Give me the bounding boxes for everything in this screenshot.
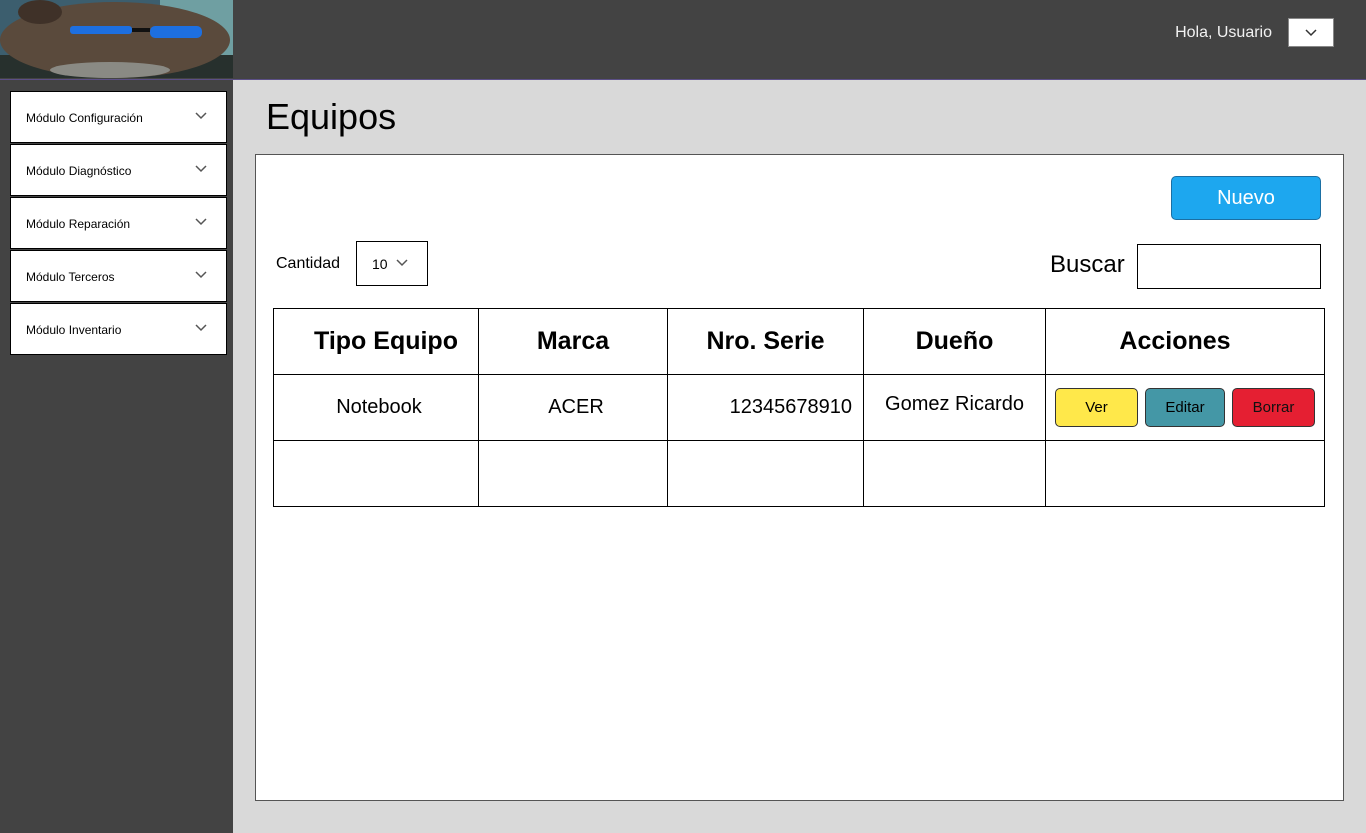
view-button[interactable]: Ver [1055,388,1138,427]
sidebar-item-label: Módulo Configuración [26,111,143,125]
user-greeting: Hola, Usuario [1175,24,1272,41]
chevron-down-icon [195,165,207,173]
sidebar-item-inventario[interactable]: Módulo Inventario [10,303,227,355]
sidebar-item-label: Módulo Terceros [26,270,115,284]
cell-nro-serie: 12345678910 [667,374,864,441]
user-menu-dropdown[interactable] [1288,18,1334,47]
sidebar-item-label: Módulo Diagnóstico [26,164,132,178]
column-header-tipo-equipo: Tipo Equipo [273,308,479,375]
column-header-dueno: Dueño [863,308,1046,375]
edit-button[interactable]: Editar [1145,388,1225,427]
new-button[interactable]: Nuevo [1171,176,1321,220]
sidebar-item-label: Módulo Inventario [26,323,122,337]
cell-dueno: Gomez Ricardo [863,374,1046,441]
chevron-down-icon [396,259,408,267]
sidebar-item-diagnostico[interactable]: Módulo Diagnóstico [10,144,227,196]
chevron-down-icon [1305,28,1317,36]
table-row: Notebook ACER 12345678910 Gomez Ricardo … [273,374,1325,441]
empty-cell [1045,440,1325,507]
empty-cell [667,440,864,507]
table-header-row: Tipo Equipo Marca Nro. Serie Dueño Accio… [273,308,1325,375]
chevron-down-icon [195,218,207,226]
column-header-acciones: Acciones [1045,308,1325,375]
sidebar-item-reparacion[interactable]: Módulo Reparación [10,197,227,249]
quantity-select[interactable]: 10 [356,241,428,286]
chevron-down-icon [195,271,207,279]
sidebar-item-configuracion[interactable]: Módulo Configuración [10,91,227,143]
search-input[interactable] [1137,244,1321,289]
column-header-marca: Marca [478,308,668,375]
chevron-down-icon [195,112,207,120]
cell-acciones: Ver Editar Borrar [1045,374,1325,441]
cell-dueno-text: Gomez Ricardo [885,393,1024,415]
cell-marca: ACER [478,374,668,441]
quantity-label: Cantidad [276,255,341,272]
sidebar-item-terceros[interactable]: Módulo Terceros [10,250,227,302]
top-bar: Hola, Usuario [0,0,1366,80]
empty-cell [273,440,479,507]
quantity-value: 10 [372,256,388,272]
sidebar-menu: Módulo Configuración Módulo Diagnóstico … [10,91,227,356]
sidebar: Módulo Configuración Módulo Diagnóstico … [0,80,233,833]
capybara-logo-image [0,0,233,78]
search-label: Buscar [1050,251,1125,278]
sidebar-item-label: Módulo Reparación [26,217,131,231]
empty-cell [478,440,668,507]
chevron-down-icon [195,324,207,332]
row-actions: Ver Editar Borrar [1046,388,1324,427]
cell-tipo-equipo: Notebook [273,374,479,441]
page-title: Equipos [266,96,397,137]
empty-cell [863,440,1046,507]
delete-button[interactable]: Borrar [1232,388,1315,427]
table-row-empty [273,440,1325,507]
equipment-table: Tipo Equipo Marca Nro. Serie Dueño Accio… [273,308,1325,507]
column-header-nro-serie: Nro. Serie [667,308,864,375]
logo [0,0,233,78]
